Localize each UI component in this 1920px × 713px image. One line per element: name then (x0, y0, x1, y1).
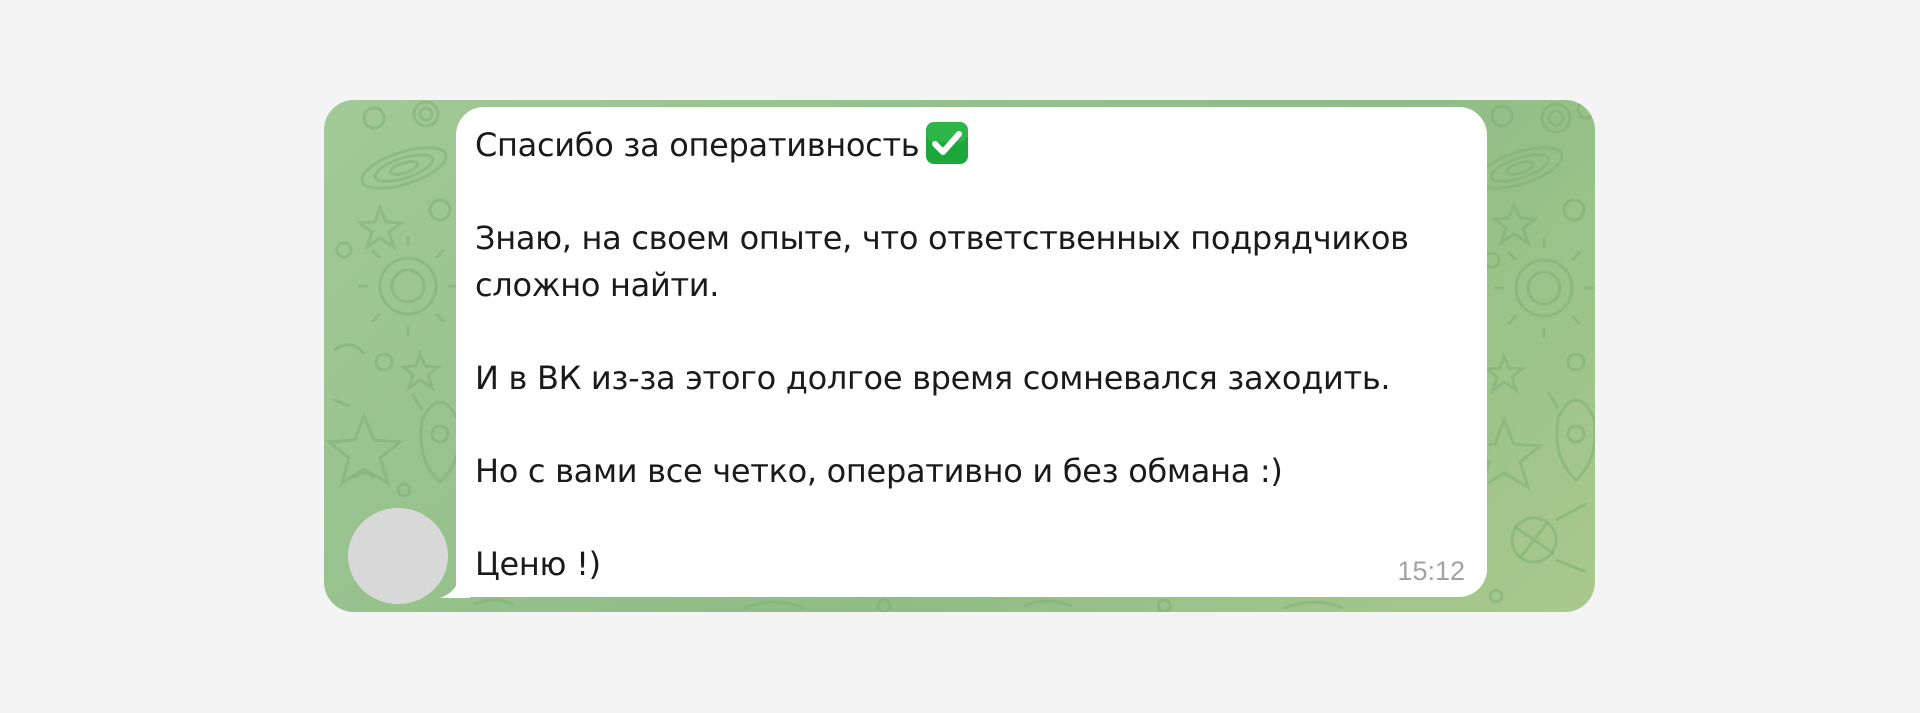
message-line: Ценю !) (475, 544, 601, 583)
message-bubble[interactable]: Спасибо за оперативность Знаю, на своем … (456, 107, 1487, 597)
message-text: Спасибо за оперативность Знаю, на своем … (475, 121, 1435, 587)
message-line: Знаю, на своем опыте, что ответственных … (475, 219, 1409, 257)
check-mark-button-icon (926, 122, 969, 164)
message-line: Спасибо за оперативность (475, 126, 920, 164)
message-line: сложно найти. (475, 265, 720, 304)
message-line: Но с вами все четко, оперативно и без об… (475, 451, 1283, 490)
message-time: 15:12 (1397, 556, 1465, 586)
message-line: И в ВК из-за этого долгое время сомневал… (475, 358, 1391, 397)
chat-window: Спасибо за оперативность Знаю, на своем … (324, 100, 1595, 612)
avatar[interactable] (348, 508, 448, 604)
